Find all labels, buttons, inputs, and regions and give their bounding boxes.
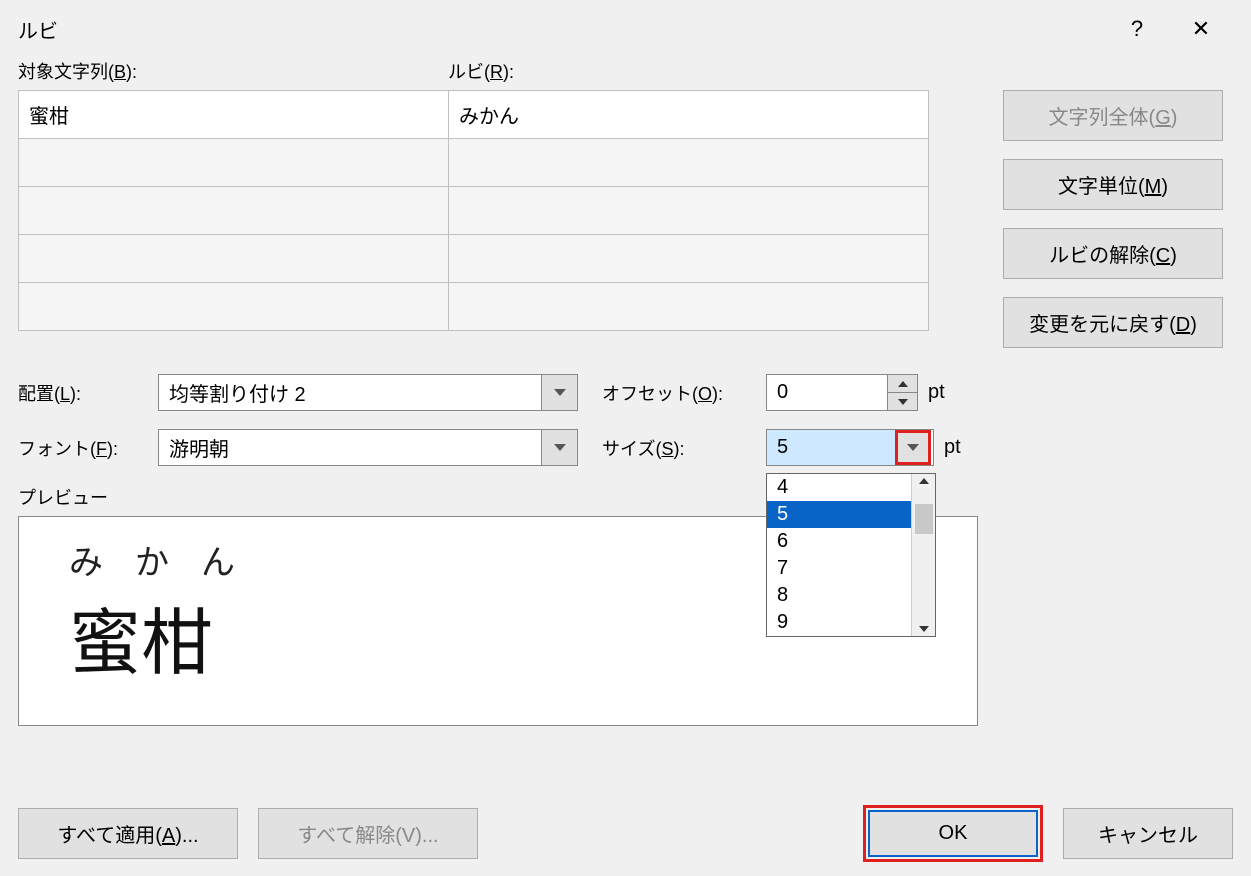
pt-unit: pt (944, 436, 961, 459)
list-item[interactable]: 8 (767, 582, 935, 609)
ruby-cell[interactable] (449, 187, 929, 235)
offset-label: オフセット(O): (602, 380, 766, 406)
ok-highlight: OK (863, 805, 1043, 862)
list-item[interactable]: 4 (767, 474, 935, 501)
table-row (19, 235, 929, 283)
size-dropdown-list[interactable]: 4 5 6 7 8 9 (766, 473, 936, 637)
offset-spinner[interactable] (766, 374, 918, 411)
table-row (19, 283, 929, 331)
ruby-cell[interactable] (449, 283, 929, 331)
align-input[interactable] (159, 375, 541, 410)
list-item[interactable]: 9 (767, 609, 935, 636)
ruby-cell[interactable] (449, 139, 929, 187)
cancel-button[interactable]: キャンセル (1063, 808, 1233, 859)
help-button[interactable]: ? (1105, 9, 1169, 49)
size-label: サイズ(S): (602, 435, 766, 461)
close-button[interactable]: ✕ (1169, 9, 1233, 49)
char-unit-button[interactable]: 文字単位(M) (1003, 159, 1223, 210)
scrollbar[interactable] (911, 474, 935, 636)
offset-input[interactable] (767, 375, 887, 410)
size-combo[interactable] (766, 429, 934, 466)
align-label: 配置(L): (18, 380, 158, 406)
chevron-down-icon (554, 389, 566, 396)
target-cell[interactable] (19, 283, 449, 331)
align-dropdown-button[interactable] (541, 375, 577, 410)
font-dropdown-button[interactable] (541, 430, 577, 465)
chevron-down-icon (554, 444, 566, 451)
apply-all-button[interactable]: すべて適用(A)... (18, 808, 238, 859)
font-input[interactable] (159, 430, 541, 465)
font-label: フォント(F): (18, 435, 158, 461)
table-row (19, 187, 929, 235)
align-combo[interactable] (158, 374, 578, 411)
chevron-up-icon (919, 478, 929, 484)
ruby-label: ルビ(R): (448, 58, 928, 84)
size-input[interactable] (767, 430, 895, 465)
ruby-cell[interactable]: みかん (449, 91, 929, 139)
offset-down-button[interactable] (888, 393, 917, 410)
titlebar: ルビ ? ✕ (0, 0, 1251, 58)
table-row (19, 139, 929, 187)
target-cell[interactable] (19, 187, 449, 235)
ruby-dialog: ルビ ? ✕ 対象文字列(B): ルビ(R): 蜜柑みかん (0, 0, 1251, 876)
chevron-down-icon (898, 399, 908, 405)
revert-button[interactable]: 変更を元に戻す(D) (1003, 297, 1223, 348)
target-cell[interactable] (19, 235, 449, 283)
offset-up-button[interactable] (888, 375, 917, 393)
font-combo[interactable] (158, 429, 578, 466)
list-item[interactable]: 5 (767, 501, 935, 528)
chevron-up-icon (898, 381, 908, 387)
clear-ruby-button[interactable]: ルビの解除(C) (1003, 228, 1223, 279)
target-cell[interactable]: 蜜柑 (19, 91, 449, 139)
table-row: 蜜柑みかん (19, 91, 929, 139)
scroll-thumb[interactable] (915, 504, 933, 534)
ruby-cell[interactable] (449, 235, 929, 283)
dialog-title: ルビ (18, 15, 58, 44)
list-item[interactable]: 7 (767, 555, 935, 582)
whole-string-button[interactable]: 文字列全体(G) (1003, 90, 1223, 141)
size-dropdown-button[interactable] (895, 430, 931, 465)
pt-unit: pt (928, 381, 945, 404)
remove-all-button[interactable]: すべて解除(V)... (258, 808, 478, 859)
chevron-down-icon (919, 626, 929, 632)
preview-label: プレビュー (18, 484, 1233, 510)
list-item[interactable]: 6 (767, 528, 935, 555)
ok-button[interactable]: OK (868, 810, 1038, 857)
target-label: 対象文字列(B): (18, 58, 448, 84)
target-cell[interactable] (19, 139, 449, 187)
ruby-grid[interactable]: 蜜柑みかん (18, 90, 929, 331)
chevron-down-icon (907, 444, 919, 451)
